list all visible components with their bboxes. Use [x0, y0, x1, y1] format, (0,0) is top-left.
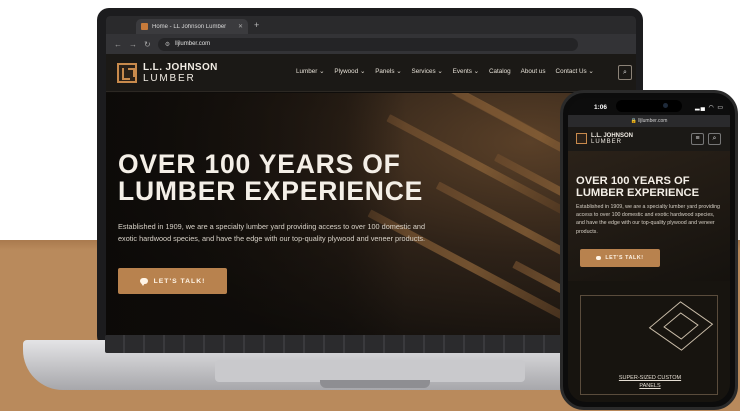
nav-item-contact[interactable]: Contact Us ⌄	[556, 68, 594, 75]
phone-address-bar[interactable]: 🔒 lljlumber.com	[568, 115, 730, 127]
laptop-notch	[320, 380, 430, 388]
hero-title-line-2: LUMBER EXPERIENCE	[118, 176, 424, 206]
nav-item-catalog[interactable]: Catalog	[489, 68, 511, 75]
phone-hero-description: Established in 1909, we are a specialty …	[576, 204, 720, 235]
lets-talk-button[interactable]: LET'S TALK!	[118, 268, 227, 294]
favicon-icon	[141, 23, 148, 30]
custom-panels-card[interactable]: SUPER-SIZED CUSTOM PANELS	[580, 295, 718, 395]
site-info-icon[interactable]: ⚙	[165, 41, 170, 48]
hero-description: Established in 1909, we are a specialty …	[118, 222, 426, 243]
nav-item-about[interactable]: About us	[521, 68, 546, 75]
nav-item-lumber[interactable]: Lumber ⌄	[296, 68, 324, 75]
hamburger-menu-icon[interactable]: ≡	[691, 133, 704, 145]
address-bar[interactable]: ⚙ lljlumber.com	[157, 37, 578, 51]
hero-overlay	[106, 93, 406, 340]
logo-text-top[interactable]: L.L. JOHNSON	[143, 62, 218, 73]
status-icons: ▂▄ ◠ ▭	[695, 105, 725, 111]
phone-hero-title-line-1: OVER 100 YEARS OF	[576, 175, 690, 187]
phone-device: 1:06 ▂▄ ◠ ▭ 🔒 lljlumber.com L.L. JOHNSON…	[560, 90, 738, 410]
main-nav: Lumber ⌄ Plywood ⌄ Panels ⌄ Services ⌄ E…	[296, 68, 594, 75]
phone-status-bar: 1:06 ▂▄ ◠ ▭	[568, 98, 730, 115]
status-time: 1:06	[594, 104, 608, 111]
hero-section: OVER 100 YEARS OF LUMBER EXPERIENCE Esta…	[106, 93, 636, 340]
logo-mark-icon[interactable]	[117, 63, 137, 83]
logo-text-bottom[interactable]: LUMBER	[591, 139, 622, 145]
phone-screen: 1:06 ▂▄ ◠ ▭ 🔒 lljlumber.com L.L. JOHNSON…	[568, 98, 730, 402]
laptop-screen: Home - LL Johnson Lumber ✕ + ← → ↻ ⚙ llj…	[106, 16, 636, 340]
chat-bubble-icon	[139, 278, 148, 286]
forward-icon[interactable]: →	[129, 40, 137, 49]
browser-tab[interactable]: Home - LL Johnson Lumber ✕	[136, 19, 248, 34]
site-header: L.L. JOHNSON LUMBER Lumber ⌄ Plywood ⌄ P…	[106, 54, 636, 92]
tab-title: Home - LL Johnson Lumber	[152, 23, 227, 30]
browser-toolbar: ← → ↻ ⚙ lljlumber.com	[106, 34, 636, 54]
back-icon[interactable]: ←	[114, 40, 122, 49]
laptop-trackpad	[215, 360, 525, 382]
custom-panels-link[interactable]: SUPER-SIZED CUSTOM PANELS	[581, 374, 719, 390]
phone-hero-title: OVER 100 YEARS OF LUMBER EXPERIENCE	[576, 175, 699, 199]
card-label-line-1: SUPER-SIZED CUSTOM	[618, 375, 682, 381]
hero-title: OVER 100 YEARS OF LUMBER EXPERIENCE	[118, 151, 423, 205]
close-tab-icon[interactable]: ✕	[238, 23, 243, 30]
nav-item-events[interactable]: Events ⌄	[453, 68, 479, 75]
search-icon[interactable]: ⌕	[618, 65, 632, 80]
phone-site-header: L.L. JOHNSON LUMBER ≡ ⌕	[568, 127, 730, 151]
browser-tab-bar: Home - LL Johnson Lumber ✕ +	[106, 16, 636, 34]
nav-item-panels[interactable]: Panels ⌄	[375, 68, 401, 75]
panel-stack-icon	[648, 301, 714, 351]
logo-text-bottom[interactable]: LUMBER	[143, 73, 195, 84]
search-icon[interactable]: ⌕	[708, 133, 721, 145]
phone-hero-section: OVER 100 YEARS OF LUMBER EXPERIENCE Esta…	[568, 151, 730, 281]
card-label-line-2: PANELS	[639, 383, 661, 389]
reload-icon[interactable]: ↻	[144, 40, 151, 49]
new-tab-button[interactable]: +	[254, 19, 259, 31]
phone-cta-label: LET'S TALK!	[605, 255, 644, 261]
phone-hero-title-line-2: LUMBER EXPERIENCE	[576, 187, 700, 199]
nav-item-services[interactable]: Services ⌄	[412, 68, 443, 75]
phone-lets-talk-button[interactable]: LET'S TALK!	[580, 249, 660, 267]
logo-mark-icon[interactable]	[576, 133, 587, 144]
hero-title-line-1: OVER 100 YEARS OF	[118, 149, 401, 179]
chat-bubble-icon	[596, 256, 602, 260]
laptop-keyboard	[105, 335, 625, 353]
dynamic-island	[616, 100, 682, 112]
url-text: lljlumber.com	[175, 41, 211, 47]
nav-item-plywood[interactable]: Plywood ⌄	[334, 68, 365, 75]
cta-label: LET'S TALK!	[153, 277, 206, 285]
